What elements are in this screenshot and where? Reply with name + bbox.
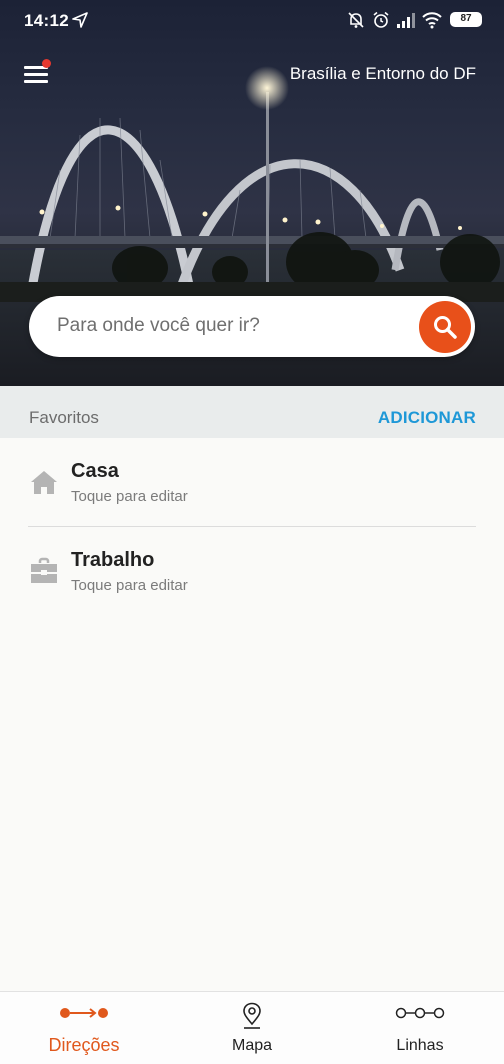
status-bar: 14:12 87: [0, 0, 504, 40]
tab-directions[interactable]: Direções: [0, 992, 168, 1064]
location-arrow-icon: [72, 12, 88, 28]
status-time: 14:12: [24, 11, 69, 30]
search-icon: [434, 316, 457, 339]
favorite-item-home[interactable]: Casa Toque para editar: [0, 438, 504, 526]
directions-icon: [60, 1008, 108, 1018]
lines-icon: [395, 1007, 445, 1019]
favorite-item-work[interactable]: Trabalho Toque para editar: [0, 527, 504, 615]
tab-map[interactable]: Mapa: [168, 992, 336, 1064]
favorites-header: Favoritos ADICIONAR: [0, 386, 504, 438]
favorite-subtitle: Toque para editar: [71, 488, 188, 505]
signal-icon: [397, 13, 415, 28]
muted-bell-icon: [348, 12, 364, 28]
tab-label: Direções: [48, 1035, 120, 1055]
hero-header: 14:12 87 Brasília e Entorno do DF Para o…: [0, 0, 504, 386]
favorite-name: Casa: [71, 460, 119, 482]
search-box[interactable]: Para onde você quer ir?: [29, 296, 475, 357]
favorite-name: Trabalho: [71, 549, 155, 571]
home-icon: [31, 471, 57, 494]
map-pin-icon: [243, 1002, 261, 1029]
briefcase-icon: [31, 557, 57, 583]
wifi-icon: [422, 12, 442, 29]
tab-label: Mapa: [231, 1037, 273, 1054]
region-selector[interactable]: Brasília e Entorno do DF: [290, 64, 476, 84]
search-input[interactable]: Para onde você quer ir?: [57, 315, 260, 337]
favorites-title: Favoritos: [29, 408, 99, 427]
tab-lines[interactable]: Linhas: [336, 992, 504, 1064]
alarm-icon: [373, 11, 389, 28]
search-button[interactable]: [419, 301, 471, 353]
battery-indicator: 87: [450, 12, 482, 27]
favorite-subtitle: Toque para editar: [71, 577, 188, 594]
menu-button[interactable]: [22, 59, 52, 86]
add-favorite-button[interactable]: ADICIONAR: [378, 408, 476, 428]
tab-label: Linhas: [396, 1037, 444, 1054]
bottom-navigation: Direções Mapa Linhas: [0, 991, 504, 1064]
notification-dot: [42, 59, 51, 68]
